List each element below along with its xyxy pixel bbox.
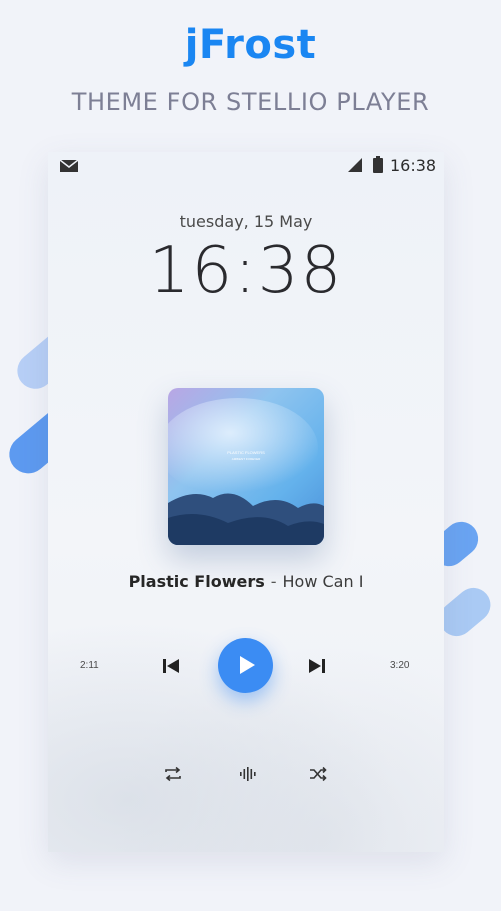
lockscreen-date: tuesday, 15 May [179, 212, 313, 231]
album-cover[interactable]: PLASTIC FLOWERS AMBIENT FOREVER [168, 388, 324, 545]
lockscreen-clock: 16:38 [148, 234, 344, 308]
repeat-button[interactable] [164, 766, 182, 782]
equalizer-icon [240, 767, 256, 781]
equalizer-button[interactable] [239, 766, 257, 782]
promo-canvas: jFrost THEME FOR STELLIO PLAYER 16:38 tu… [0, 0, 501, 911]
elapsed-time: 2:11 [80, 660, 99, 671]
next-button[interactable] [306, 656, 328, 676]
app-title: jFrost [184, 22, 317, 68]
total-time: 3:20 [390, 660, 410, 671]
status-time: 16:38 [390, 156, 437, 175]
phone-screen: 16:38 tuesday, 15 May 16:38 PLASTIC FLOW… [48, 152, 444, 852]
track-info: Plastic Flowers - How Can I [48, 572, 444, 591]
play-icon [240, 656, 255, 674]
battery-icon [373, 156, 383, 173]
signal-icon [348, 158, 362, 172]
status-bar: 16:38 [48, 152, 444, 178]
play-button[interactable] [218, 638, 273, 693]
repeat-icon [165, 766, 181, 782]
track-separator: - [270, 572, 277, 591]
shuffle-button[interactable] [309, 766, 327, 782]
shuffle-icon [310, 766, 327, 782]
app-subtitle: THEME FOR STELLIO PLAYER [71, 88, 430, 116]
track-artist: How Can I [282, 572, 364, 591]
album-cover-text: AMBIENT FOREVER [232, 457, 261, 461]
track-title: Plastic Flowers [128, 572, 265, 591]
prev-icon [163, 659, 179, 673]
background-mist [48, 592, 444, 852]
mail-icon [59, 159, 79, 172]
next-icon [309, 659, 325, 673]
album-cover-text: PLASTIC FLOWERS [227, 450, 265, 455]
previous-button[interactable] [160, 656, 182, 676]
